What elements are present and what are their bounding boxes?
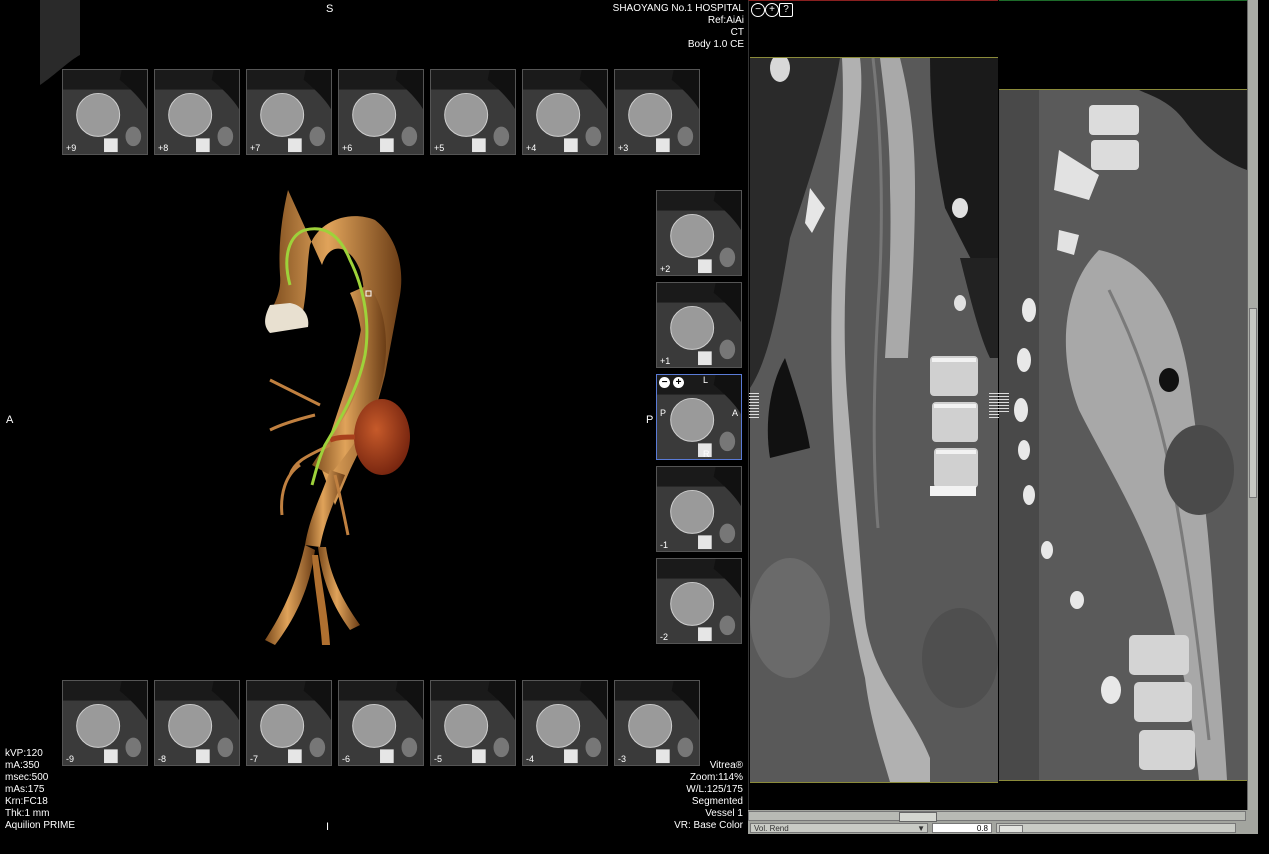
slice-thumbnail[interactable]: +3: [614, 69, 700, 155]
render-mode-select[interactable]: Vol. Rend ▼: [750, 823, 928, 833]
help-button[interactable]: ?: [779, 3, 793, 17]
slice-thumbnail[interactable]: L P A R − +: [656, 374, 742, 460]
slice-offset-label: -7: [250, 754, 259, 764]
thumb-zoom-in-button[interactable]: +: [673, 377, 684, 388]
opacity-slider[interactable]: [996, 823, 1236, 833]
scan-params: kVP:120 mA:350 msec:500 mAs:175 Krn:FC18…: [5, 748, 75, 832]
thumb-orientation-right: A: [731, 408, 738, 418]
vertical-scroll-thumb[interactable]: [1249, 308, 1257, 498]
thumb-orientation-top: L: [703, 375, 709, 385]
window-level: W/L:125/175: [686, 784, 743, 795]
orientation-top: S: [326, 3, 334, 15]
slice-thumbnail[interactable]: -7: [246, 680, 332, 766]
slice-ticks-left-2: [999, 391, 1009, 414]
orientation-bottom: I: [326, 821, 330, 833]
kernel-value: Krn:FC18: [5, 796, 48, 807]
slice-thumbnail[interactable]: +4: [522, 69, 608, 155]
horizontal-scrollbar[interactable]: [748, 811, 1246, 822]
slice-offset-label: -4: [526, 754, 535, 764]
slice-offset-label: +1: [660, 356, 671, 366]
slice-thumbnail[interactable]: -6: [338, 680, 424, 766]
orientation-left: A: [6, 414, 14, 426]
curved-mpr-image: [750, 57, 998, 783]
slice-offset-label: +4: [526, 143, 537, 153]
slice-offset-label: -5: [434, 754, 443, 764]
chevron-down-icon: ▼: [917, 824, 925, 833]
slice-thumbnail[interactable]: -1: [656, 466, 742, 552]
slice-ticks-right: [989, 391, 999, 420]
volume-render-view[interactable]: [210, 175, 470, 665]
zoom-in-button[interactable]: +: [765, 3, 779, 17]
slice-thumbnail[interactable]: -4: [522, 680, 608, 766]
zoom-level: Zoom:114%: [689, 772, 743, 783]
slice-thumbnail[interactable]: +5: [430, 69, 516, 155]
curved-mpr-view[interactable]: − + ?: [748, 0, 999, 810]
mas-value: mAs:175: [5, 784, 45, 795]
vertical-scrollbar[interactable]: [1247, 0, 1258, 810]
thumb-zoom-out-button[interactable]: −: [659, 377, 670, 388]
aorta-3d-render: [265, 190, 410, 645]
slice-offset-label: -8: [158, 754, 167, 764]
slice-offset-label: +3: [618, 143, 629, 153]
slice-thumbnail[interactable]: +1: [656, 282, 742, 368]
slice-thumbnail[interactable]: +7: [246, 69, 332, 155]
slice-thumbnail[interactable]: -3: [614, 680, 700, 766]
kvp-value: kVP:120: [5, 748, 43, 759]
thickness-value: Thk:1 mm: [5, 808, 50, 819]
opacity-slider-handle[interactable]: [999, 825, 1023, 833]
slice-thumbnail[interactable]: -8: [154, 680, 240, 766]
msec-value: msec:500: [5, 772, 49, 783]
slice-offset-label: -2: [660, 632, 669, 642]
view-info: Vitrea® Zoom:114% W/L:125/175 Segmented …: [600, 760, 743, 832]
orientation-right: P: [646, 414, 654, 426]
protocol: Body 1.0 CE: [687, 39, 744, 50]
slice-offset-label: +6: [342, 143, 353, 153]
slice-offset-label: +9: [66, 143, 77, 153]
reference: Ref:AiAi: [707, 15, 744, 26]
zoom-out-button[interactable]: −: [751, 3, 765, 17]
sagittal-mpr-image: [999, 89, 1247, 781]
slice-thumbnail[interactable]: +6: [338, 69, 424, 155]
horizontal-scroll-thumb[interactable]: [899, 812, 937, 822]
slice-ticks-left: [749, 391, 759, 420]
ma-value: mA:350: [5, 760, 40, 771]
vr-preset: VR: Base Color: [674, 820, 743, 831]
slice-offset-label: -1: [660, 540, 669, 550]
sagittal-mpr-view[interactable]: [999, 0, 1247, 810]
scanner-name: Aquilion PRIME: [5, 820, 76, 831]
segmentation-state: Segmented: [691, 796, 743, 807]
slice-offset-label: +7: [250, 143, 261, 153]
thumb-orientation-bottom: R: [703, 449, 710, 459]
slice-offset-label: +5: [434, 143, 445, 153]
opacity-value-field[interactable]: 0.8: [932, 823, 992, 833]
header-block: SHAOYANG No.1 HOSPITAL Ref:AiAi CT Body …: [560, 3, 744, 51]
software-name: Vitrea®: [709, 760, 743, 771]
slice-offset-label: +2: [660, 264, 671, 274]
slice-thumbnail[interactable]: +2: [656, 190, 742, 276]
slice-thumbnail[interactable]: -2: [656, 558, 742, 644]
render-mode-value: Vol. Rend: [754, 824, 789, 833]
slice-offset-label: +8: [158, 143, 169, 153]
slice-thumbnail[interactable]: +8: [154, 69, 240, 155]
slice-thumbnail[interactable]: +9: [62, 69, 148, 155]
modality: CT: [730, 27, 744, 38]
hospital-name: SHAOYANG No.1 HOSPITAL: [612, 3, 744, 14]
slice-offset-label: -6: [342, 754, 351, 764]
vessel-name: Vessel 1: [705, 808, 743, 819]
thumb-orientation-left: P: [660, 408, 667, 418]
slice-thumbnail[interactable]: -5: [430, 680, 516, 766]
bottom-control-bar: Vol. Rend ▼ 0.8: [748, 810, 1258, 834]
